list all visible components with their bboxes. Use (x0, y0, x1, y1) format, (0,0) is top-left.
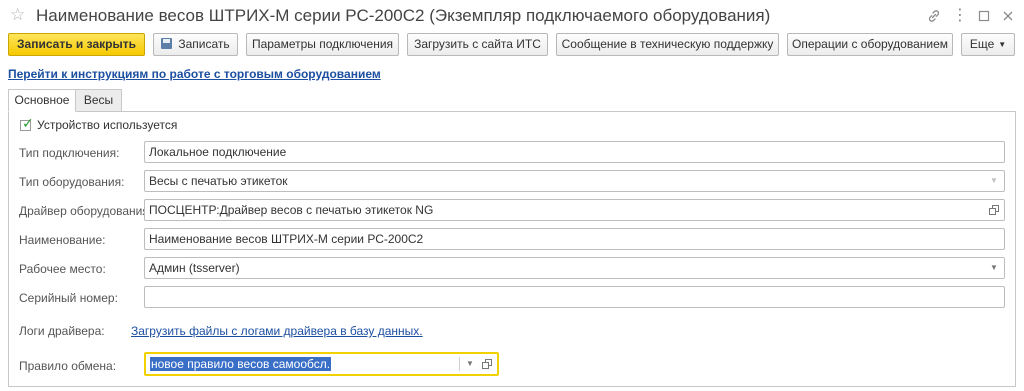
save-button-label: Записать (178, 37, 230, 51)
window-title: Наименование весов ШТРИХ-М серии РС-200С… (36, 6, 771, 25)
link-icon[interactable] (924, 6, 944, 26)
name-input[interactable]: Наименование весов ШТРИХ-М серии РС-200С… (144, 228, 1005, 250)
upload-driver-logs-link[interactable]: Загрузить файлы с логами драйвера в базу… (131, 324, 423, 338)
connection-params-button[interactable]: Параметры подключения (246, 33, 399, 56)
chevron-down-icon[interactable]: ▼ (986, 173, 1002, 189)
driver-logs-label: Логи драйвера: (19, 324, 105, 338)
device-used-label[interactable]: Устройство используется (37, 118, 177, 132)
instructions-link[interactable]: Перейти к инструкциям по работе с торгов… (8, 67, 381, 81)
chevron-down-icon: ▼ (998, 40, 1007, 49)
more-icon[interactable]: ⋮ (950, 6, 970, 26)
maximize-icon[interactable] (974, 6, 994, 26)
device-used-checkbox[interactable]: ✓ (20, 116, 34, 131)
exchange-rule-select[interactable]: новое правило весов самообсл. ▼ (144, 352, 499, 376)
equipment-type-value: Весы с печатью этикеток (149, 174, 288, 188)
open-icon[interactable] (986, 202, 1002, 218)
workplace-label: Рабочее место: (19, 262, 106, 276)
tab-scales[interactable]: Весы (75, 89, 122, 112)
serial-number-label: Серийный номер: (19, 291, 118, 305)
close-icon[interactable] (998, 6, 1018, 26)
connection-type-field: Локальное подключение (144, 141, 1005, 163)
save-and-close-button[interactable]: Записать и закрыть (8, 33, 145, 56)
star-icon[interactable]: ☆ (10, 5, 25, 25)
open-icon[interactable] (479, 356, 495, 372)
connection-type-label: Тип подключения: (19, 146, 120, 160)
name-label: Наименование: (19, 233, 106, 247)
connection-type-value: Локальное подключение (149, 145, 287, 159)
exchange-rule-value: новое правило весов самообсл. (150, 357, 332, 371)
support-message-button[interactable]: Сообщение в техническую поддержку (556, 33, 779, 56)
save-button[interactable]: Записать (153, 33, 238, 56)
serial-number-input[interactable] (144, 286, 1005, 308)
workplace-value: Админ (tsserver) (149, 261, 240, 275)
more-button[interactable]: Еще ▼ (961, 33, 1015, 56)
checkmark-icon: ✓ (22, 115, 34, 131)
equipment-type-label: Тип оборудования: (19, 175, 125, 189)
tab-main[interactable]: Основное (8, 89, 76, 112)
equipment-type-select[interactable]: Весы с печатью этикеток ▼ (144, 170, 1005, 192)
driver-field[interactable]: ПОСЦЕНТР:Драйвер весов с печатью этикето… (144, 199, 1005, 221)
save-icon (161, 38, 173, 49)
driver-value: ПОСЦЕНТР:Драйвер весов с печатью этикето… (149, 203, 434, 217)
more-button-label: Еще (969, 37, 995, 51)
window-titlebar: ☆ Наименование весов ШТРИХ-М серии РС-20… (0, 0, 1024, 32)
exchange-rule-label: Правило обмена: (19, 359, 117, 373)
driver-label: Драйвер оборудования: (19, 204, 153, 218)
name-value: Наименование весов ШТРИХ-М серии РС-200С… (149, 232, 424, 246)
load-from-its-button[interactable]: Загрузить с сайта ИТС (407, 33, 548, 56)
chevron-down-icon[interactable]: ▼ (462, 356, 478, 372)
workplace-select[interactable]: Админ (tsserver) ▼ (144, 257, 1005, 279)
command-bar: Записать и закрыть Записать Параметры по… (0, 33, 1024, 59)
chevron-down-icon[interactable]: ▼ (986, 260, 1002, 276)
field-divider (459, 357, 460, 371)
equipment-operations-button[interactable]: Операции с оборудованием (787, 33, 953, 56)
